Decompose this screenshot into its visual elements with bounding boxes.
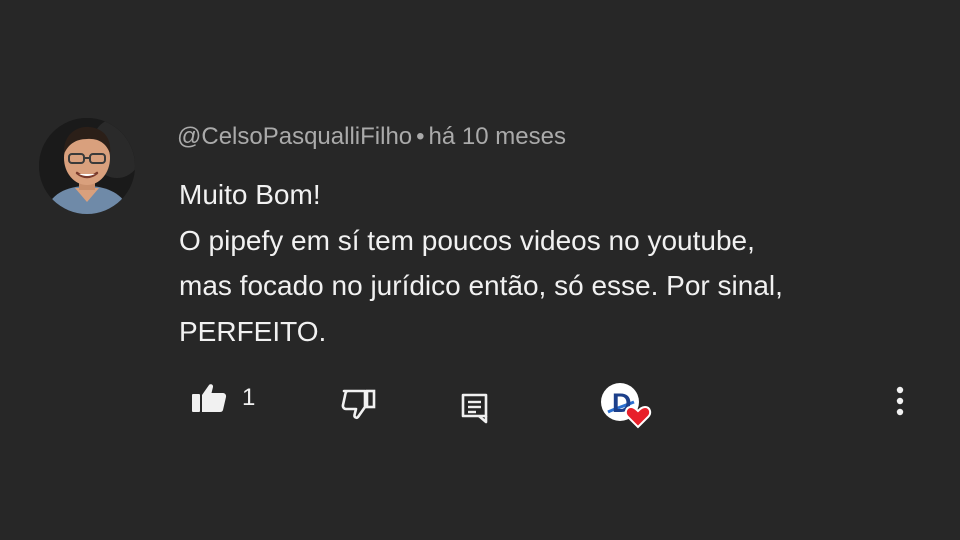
like-button[interactable]: 1	[190, 382, 255, 414]
creator-heart-badge[interactable]: D	[600, 382, 656, 430]
comment-text: Muito Bom! O pipefy em sí tem poucos vid…	[179, 172, 783, 354]
comment-line: mas focado no jurídico então, só esse. P…	[179, 270, 783, 301]
separator: •	[416, 123, 425, 150]
avatar-image	[39, 118, 135, 214]
comment-actions: 1 D	[0, 370, 960, 430]
comment-line: Muito Bom!	[179, 179, 321, 210]
comment-thread: @CelsoPasqualliFilho • há 10 meses Muito B…	[0, 0, 960, 540]
heart-icon	[624, 405, 652, 429]
creator-avatar-heart-icon: D	[601, 383, 652, 429]
avatar[interactable]	[39, 118, 135, 214]
dislike-button[interactable]	[340, 388, 378, 420]
more-vertical-icon	[896, 386, 904, 416]
comment-line: O pipefy em sí tem poucos videos no yout…	[179, 224, 755, 256]
author-name[interactable]: @CelsoPasqualliFilho	[177, 123, 412, 150]
timestamp[interactable]: há 10 meses	[429, 123, 566, 150]
like-count: 1	[242, 384, 256, 411]
comment-header: @CelsoPasqualliFilho • há 10 meses	[177, 122, 566, 152]
thumbs-down-icon	[341, 389, 376, 419]
thumbs-up-icon	[192, 384, 227, 412]
reply-button[interactable]	[460, 392, 490, 424]
comment-icon	[461, 393, 488, 424]
more-options-button[interactable]	[888, 384, 912, 418]
comment-line: PERFEITO.	[179, 315, 327, 347]
